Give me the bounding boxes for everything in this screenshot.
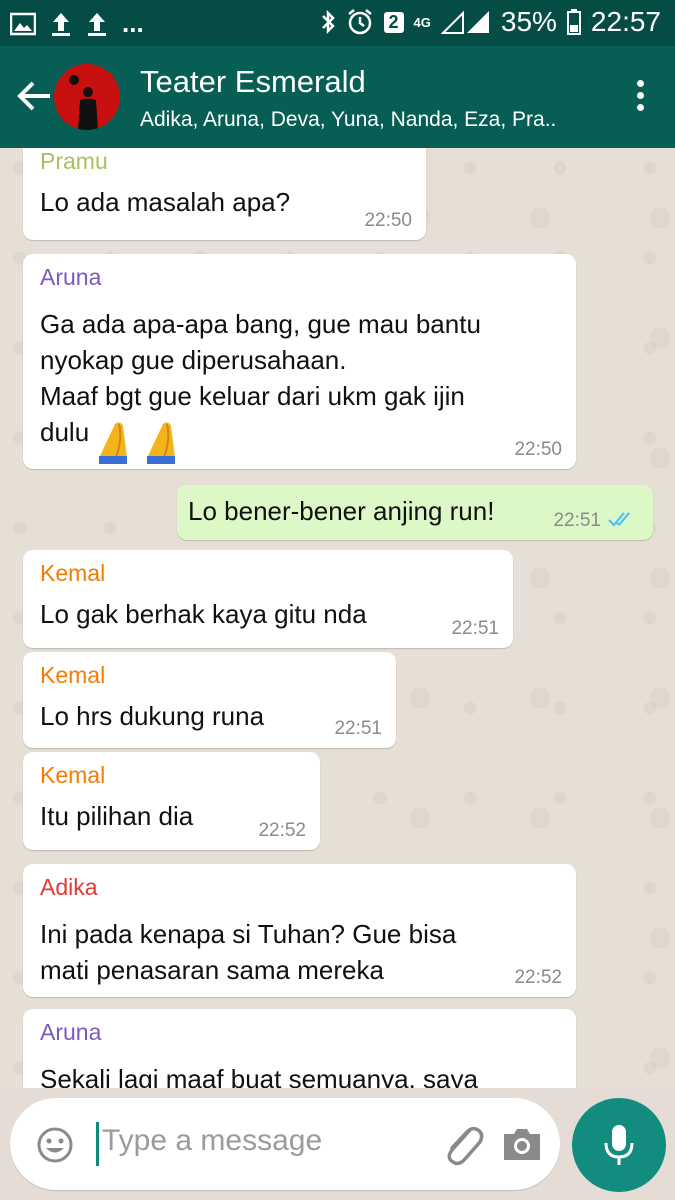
bluetooth-icon bbox=[321, 9, 335, 35]
more-notifications: ... bbox=[122, 8, 144, 38]
message-input[interactable]: Type a message bbox=[10, 1098, 560, 1190]
message-bubble[interactable]: Kemal Lo gak berhak kaya gitu nda 22:51 bbox=[23, 550, 513, 648]
status-bar: ... 2 4G 35% 22:57 bbox=[0, 0, 675, 46]
message-time: 22:50 bbox=[514, 439, 562, 460]
message-bubble[interactable]: Adika Ini pada kenapa si Tuhan? Gue bisa… bbox=[23, 864, 576, 997]
message-text: Itu pilihan dia bbox=[40, 801, 194, 831]
camera-icon[interactable] bbox=[502, 1126, 542, 1162]
chat-header: Teater Esmerald Adika, Aruna, Deva, Yuna… bbox=[0, 46, 675, 148]
compose-bar: Type a message bbox=[0, 1088, 675, 1200]
participants-list[interactable]: Adika, Aruna, Deva, Yuna, Nanda, Eza, Pr… bbox=[140, 108, 556, 132]
battery-percent: 35% bbox=[500, 6, 557, 37]
alarm-icon bbox=[347, 9, 372, 35]
paperclip-icon[interactable] bbox=[440, 1120, 484, 1168]
message-time: 22:51 bbox=[451, 618, 499, 639]
outgoing-message-bubble[interactable]: Lo bener-bener anjing run! 22:51 bbox=[177, 485, 653, 540]
read-receipt-icon bbox=[608, 512, 630, 527]
message-bubble[interactable]: Pramu Lo ada masalah apa? 22:50 bbox=[23, 148, 426, 240]
microphone-icon bbox=[604, 1125, 634, 1165]
clock: 22:57 bbox=[590, 6, 661, 37]
message-bubble[interactable]: Kemal Itu pilihan dia 22:52 bbox=[23, 752, 320, 850]
sim-badge: 2 bbox=[383, 11, 404, 33]
emoji-icon[interactable] bbox=[36, 1126, 74, 1164]
message-bubble[interactable]: Kemal Lo hrs dukung runa 22:51 bbox=[23, 652, 396, 748]
message-time: 22:50 bbox=[364, 210, 412, 231]
message-sender: Aruna bbox=[40, 1019, 102, 1045]
message-sender: Pramu bbox=[40, 148, 108, 174]
message-time: 22:52 bbox=[258, 820, 306, 841]
message-text: Lo bener-bener anjing run! bbox=[188, 496, 495, 526]
message-sender: Kemal bbox=[40, 560, 106, 586]
message-text: Lo hrs dukung runa bbox=[40, 701, 265, 731]
message-text: Ini pada kenapa si Tuhan? Gue bisa mati … bbox=[40, 919, 457, 985]
voice-record-button[interactable] bbox=[572, 1098, 666, 1192]
message-time: 22:51 bbox=[334, 718, 382, 739]
message-list[interactable]: Pramu Lo ada masalah apa? 22:50 Aruna Ga… bbox=[0, 148, 675, 1088]
upload-icon bbox=[88, 12, 106, 36]
message-text: Lo gak berhak kaya gitu nda bbox=[40, 599, 367, 629]
back-arrow-icon[interactable] bbox=[14, 76, 54, 116]
battery-icon bbox=[566, 9, 581, 35]
message-sender: Aruna bbox=[40, 264, 102, 290]
message-text: Lo ada masalah apa? bbox=[40, 187, 291, 217]
message-placeholder: Type a message bbox=[102, 1124, 323, 1157]
message-time: 22:51 bbox=[553, 510, 601, 531]
gallery-icon bbox=[10, 12, 36, 35]
overflow-menu-icon[interactable] bbox=[637, 80, 645, 116]
message-bubble[interactable]: Aruna Ga ada apa-apa bang, gue mau bantu… bbox=[23, 254, 576, 469]
message-sender: Kemal bbox=[40, 762, 106, 788]
text-cursor bbox=[96, 1122, 99, 1166]
message-sender: Adika bbox=[40, 874, 98, 900]
message-text: Sekali lagi maaf buat semuanya, saya bbox=[40, 1064, 478, 1088]
signal-icon bbox=[440, 10, 489, 34]
message-time: 22:52 bbox=[514, 967, 562, 988]
folded-hands-emoji bbox=[95, 420, 195, 469]
message-bubble[interactable]: Aruna Sekali lagi maaf buat semuanya, sa… bbox=[23, 1009, 576, 1088]
chat-title[interactable]: Teater Esmerald bbox=[140, 64, 366, 100]
message-sender: Kemal bbox=[40, 662, 106, 688]
group-avatar[interactable] bbox=[54, 64, 120, 130]
upload-icon bbox=[52, 12, 70, 36]
network-type: 4G bbox=[413, 14, 431, 30]
